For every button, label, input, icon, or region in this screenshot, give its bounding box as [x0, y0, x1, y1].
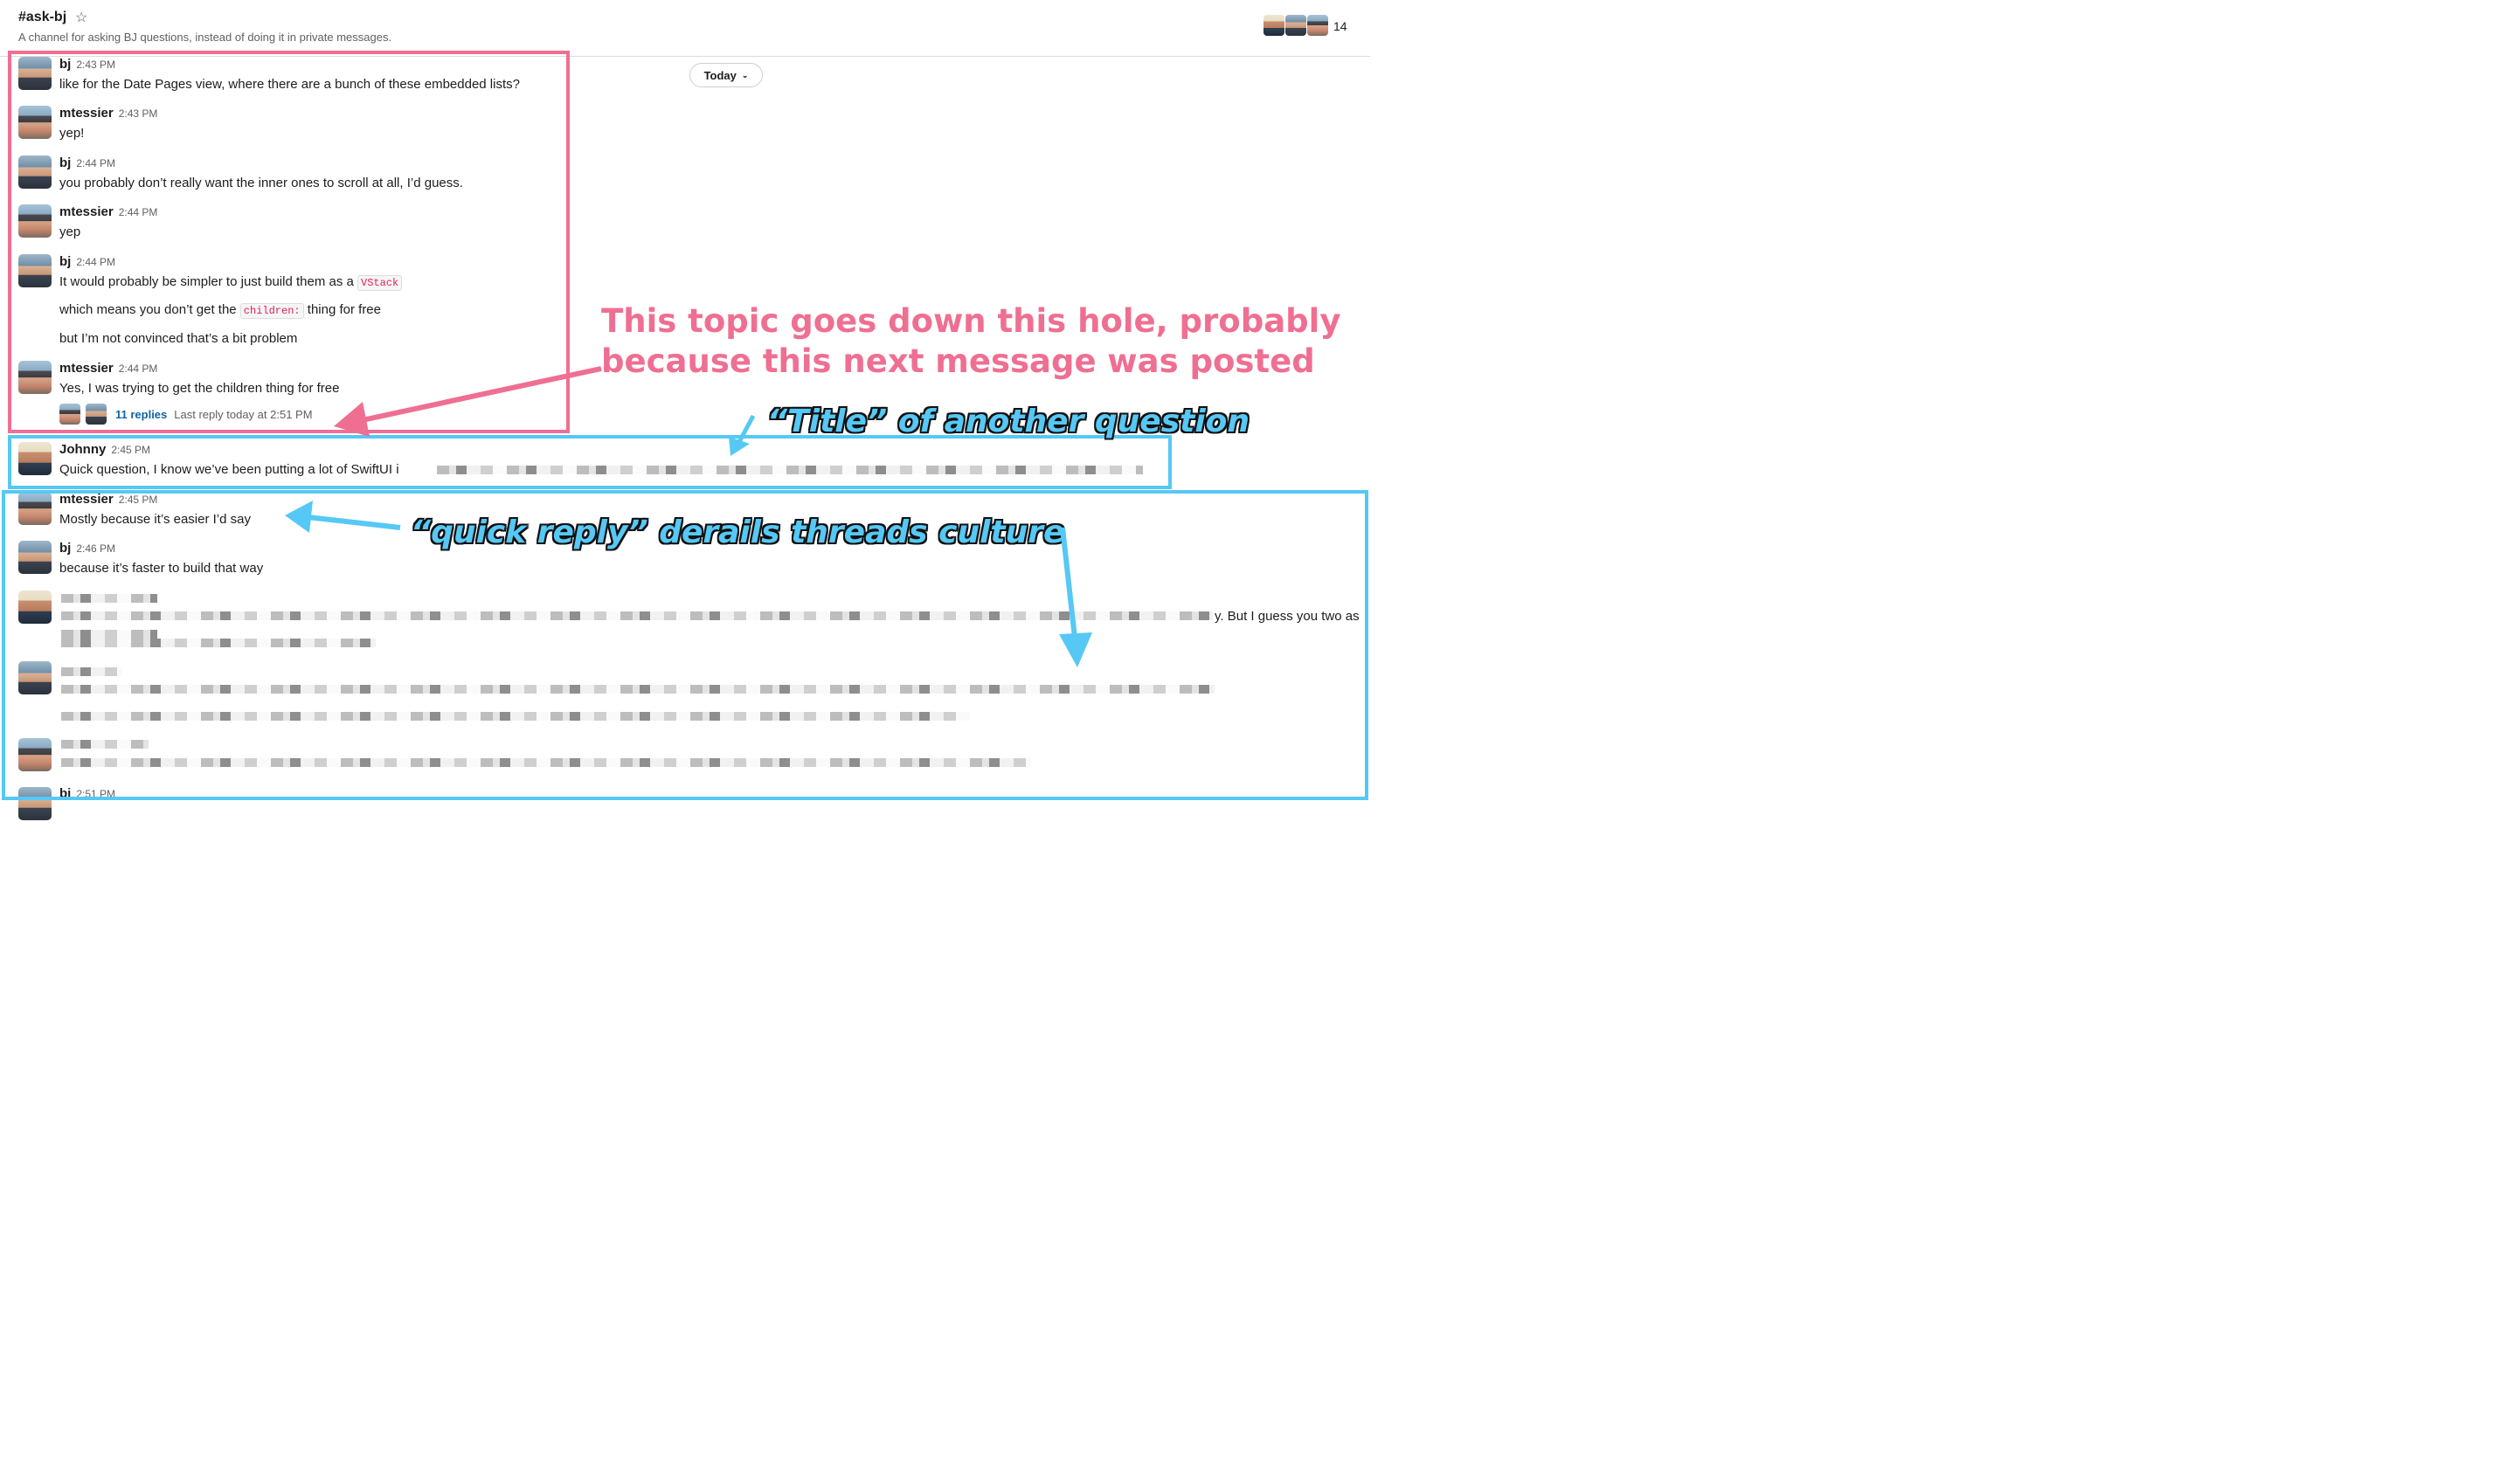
avatar[interactable] [18, 155, 52, 189]
member-avatars[interactable] [1263, 15, 1329, 36]
message-text: but I’m not convinced that’s a bit probl… [59, 331, 298, 346]
timestamp[interactable]: 2:51 PM [76, 788, 115, 800]
avatar[interactable] [18, 787, 52, 820]
timestamp[interactable]: 2:43 PM [119, 107, 158, 120]
timestamp[interactable]: 2:46 PM [76, 542, 115, 555]
sender-name[interactable]: bj [59, 786, 71, 801]
arrow-head-quick-reply [285, 501, 313, 533]
arrow-head-down [1059, 632, 1092, 667]
avatar[interactable] [18, 106, 52, 139]
arrow-pink [357, 366, 602, 424]
timestamp[interactable]: 2:43 PM [76, 59, 115, 71]
redacted-text [61, 667, 122, 676]
avatar [59, 404, 80, 425]
avatar [1263, 15, 1284, 36]
last-reply-text: Last reply today at 2:51 PM [174, 407, 313, 421]
annotation-arrows [285, 366, 1092, 667]
redacted-text [61, 611, 1213, 620]
timestamp[interactable]: 2:44 PM [119, 206, 158, 218]
redacted-text [61, 639, 376, 647]
redacted-text [437, 466, 1143, 474]
annotation-topic-hole: This topic goes down this hole, probably [601, 302, 1341, 340]
message-text: you probably don’t really want the inner… [59, 176, 463, 190]
avatar[interactable] [18, 361, 52, 394]
avatar [1285, 15, 1306, 36]
thread-replies[interactable]: 11 replies Last reply today at 2:51 PM [59, 404, 313, 425]
message-text: Yes, I was trying to get the children th… [59, 381, 340, 396]
message-text: It would probably be simpler to just bui… [59, 274, 403, 291]
date-divider-button[interactable]: Today ⌄ [689, 63, 763, 87]
sender-name[interactable]: mtessier [59, 361, 114, 376]
avatar[interactable] [18, 254, 52, 287]
avatar[interactable] [18, 738, 52, 771]
avatar [86, 404, 107, 425]
arrow-quick-reply [307, 515, 401, 530]
redacted-text [61, 740, 149, 749]
message-text-part: thing for free [307, 302, 381, 317]
redacted-text [61, 685, 1215, 694]
annotation-quick-reply: “quick reply” derails threads culture [411, 515, 1065, 550]
sender-name[interactable]: bj [59, 254, 71, 269]
star-icon[interactable]: ☆ [75, 9, 87, 26]
message-text: yep [59, 224, 81, 239]
date-divider-label: Today [703, 68, 737, 82]
message-text: Quick question, I know we’ve been puttin… [59, 462, 399, 477]
annotation-title-question: “Title” of another question [767, 404, 1250, 439]
avatar[interactable] [18, 541, 52, 574]
timestamp[interactable]: 2:45 PM [111, 444, 150, 456]
message-text: y. But I guess you two as [1215, 609, 1360, 624]
channel-title[interactable]: #ask-bj [18, 10, 66, 25]
avatar[interactable] [18, 57, 52, 90]
message-text-part: which means you don’t get the [59, 302, 237, 317]
channel-description: A channel for asking BJ questions, inste… [18, 31, 392, 44]
timestamp[interactable]: 2:44 PM [76, 157, 115, 169]
member-count[interactable]: 14 [1333, 19, 1347, 33]
arrow-head-pink [334, 402, 370, 437]
arrow-head-title [729, 437, 750, 456]
redacted-text [61, 594, 157, 603]
avatar[interactable] [18, 591, 52, 624]
channel-header: #ask-bj ☆ A channel for asking BJ questi… [0, 0, 1370, 57]
timestamp[interactable]: 2:44 PM [119, 363, 158, 375]
inline-code: VStack [357, 275, 403, 291]
message-text: because it’s faster to build that way [59, 561, 264, 576]
message-text: Mostly because it’s easier I’d say [59, 512, 251, 527]
sender-name[interactable]: bj [59, 155, 71, 170]
timestamp[interactable]: 2:44 PM [76, 256, 115, 268]
sender-name[interactable]: mtessier [59, 492, 114, 507]
redacted-text [61, 758, 1031, 767]
avatar [1307, 15, 1328, 36]
timestamp[interactable]: 2:45 PM [119, 494, 158, 506]
replies-link[interactable]: 11 replies [115, 408, 167, 421]
redacted-text [61, 712, 970, 721]
message-text: like for the Date Pages view, where ther… [59, 77, 520, 92]
avatar[interactable] [18, 661, 52, 694]
avatar[interactable] [18, 204, 52, 238]
sender-name[interactable]: Johnny [59, 442, 106, 457]
sender-name[interactable]: bj [59, 57, 71, 72]
sender-name[interactable]: mtessier [59, 204, 114, 219]
sender-name[interactable]: mtessier [59, 106, 114, 121]
avatar[interactable] [18, 492, 52, 525]
avatar[interactable] [18, 442, 52, 475]
redacted-text [61, 630, 157, 639]
sender-name[interactable]: bj [59, 541, 71, 556]
inline-code: children: [239, 303, 304, 319]
message-text: yep! [59, 126, 85, 141]
arrow-title [737, 414, 756, 444]
chevron-down-icon: ⌄ [741, 70, 749, 79]
message-text: which means you don’t get the children: … [59, 302, 381, 319]
message-text-part: It would probably be simpler to just bui… [59, 274, 354, 289]
annotation-next-message: because this next message was posted [601, 342, 1315, 380]
